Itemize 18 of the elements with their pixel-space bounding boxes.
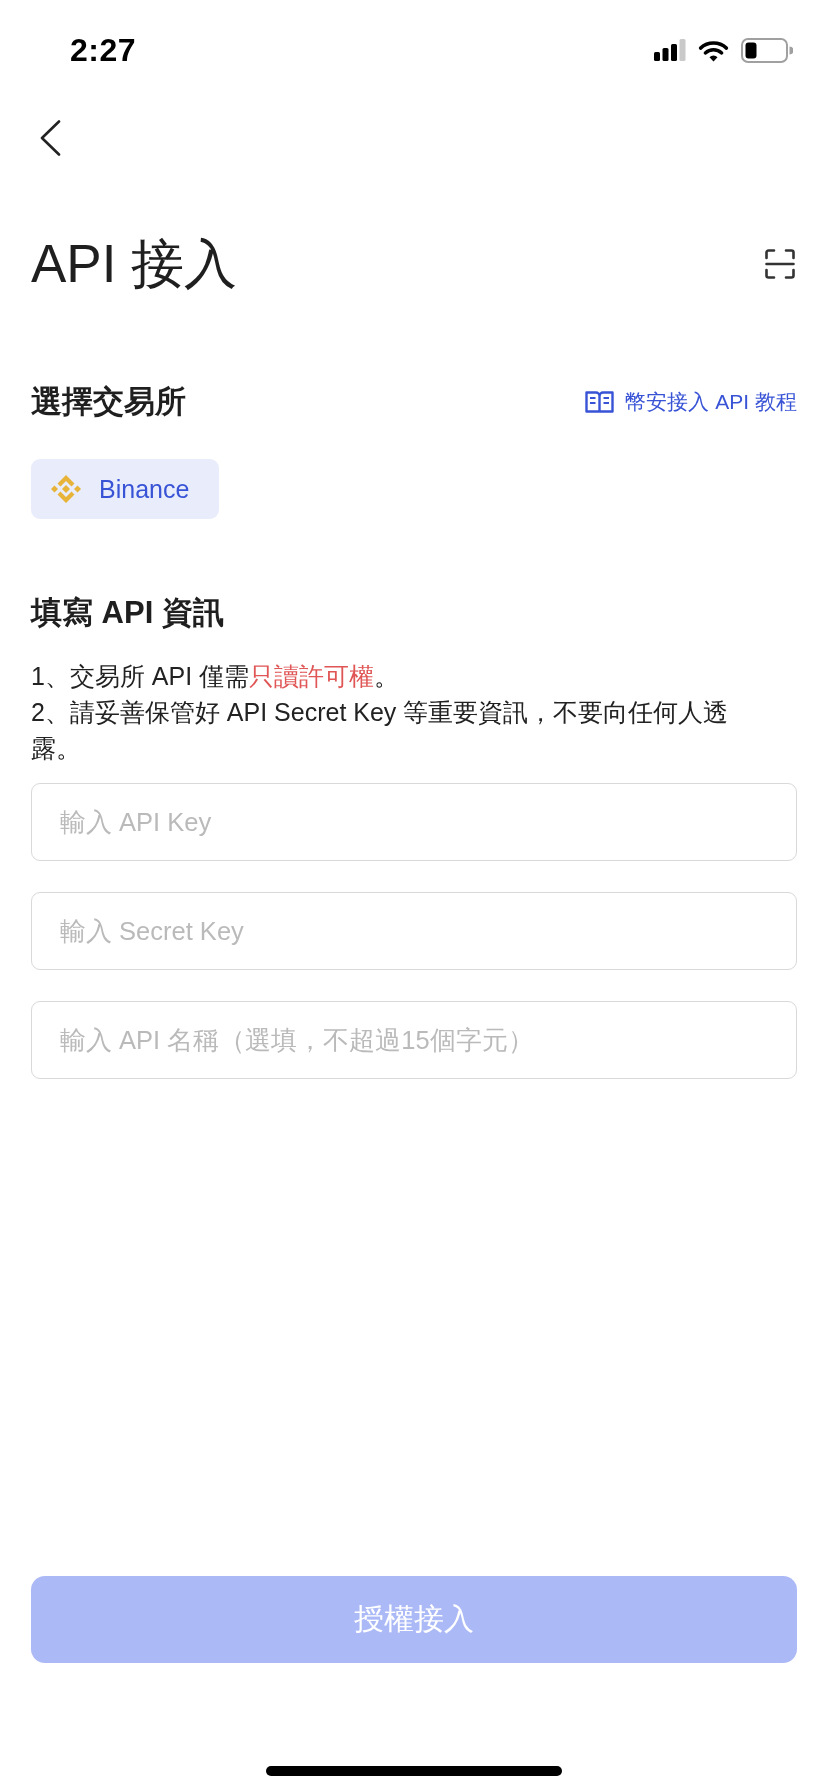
back-icon[interactable] <box>40 119 61 156</box>
diamond-logo-icon <box>50 473 82 505</box>
tutorial-link[interactable]: 幣安接入 API 教程 <box>585 388 797 416</box>
input-field[interactable]: 輸入 Secret Key <box>31 892 797 970</box>
signal-icon <box>654 39 686 61</box>
input-field[interactable]: 輸入 API 名稱（選填，不超過15個字元） <box>31 1001 797 1079</box>
section-heading: 選擇交易所 <box>31 383 186 421</box>
wifi-icon <box>698 38 729 62</box>
battery-icon <box>741 37 793 63</box>
note-text: 2、請妥善保管好 API Secret Key 等重要資訊，不要向任何人透露。 <box>31 697 730 764</box>
book-icon <box>585 391 615 413</box>
page-title: API 接入 <box>31 233 238 295</box>
note-text: 1、交易所 API 僅需只讀許可權。 <box>31 661 401 692</box>
scan-icon[interactable] <box>765 249 795 279</box>
input-field[interactable]: 輸入 API Key <box>31 783 797 861</box>
section-heading: 填寫 API 資訊 <box>31 594 224 632</box>
exchange-chip[interactable]: Binance <box>31 459 220 519</box>
status-time: 2:27 <box>70 31 137 69</box>
